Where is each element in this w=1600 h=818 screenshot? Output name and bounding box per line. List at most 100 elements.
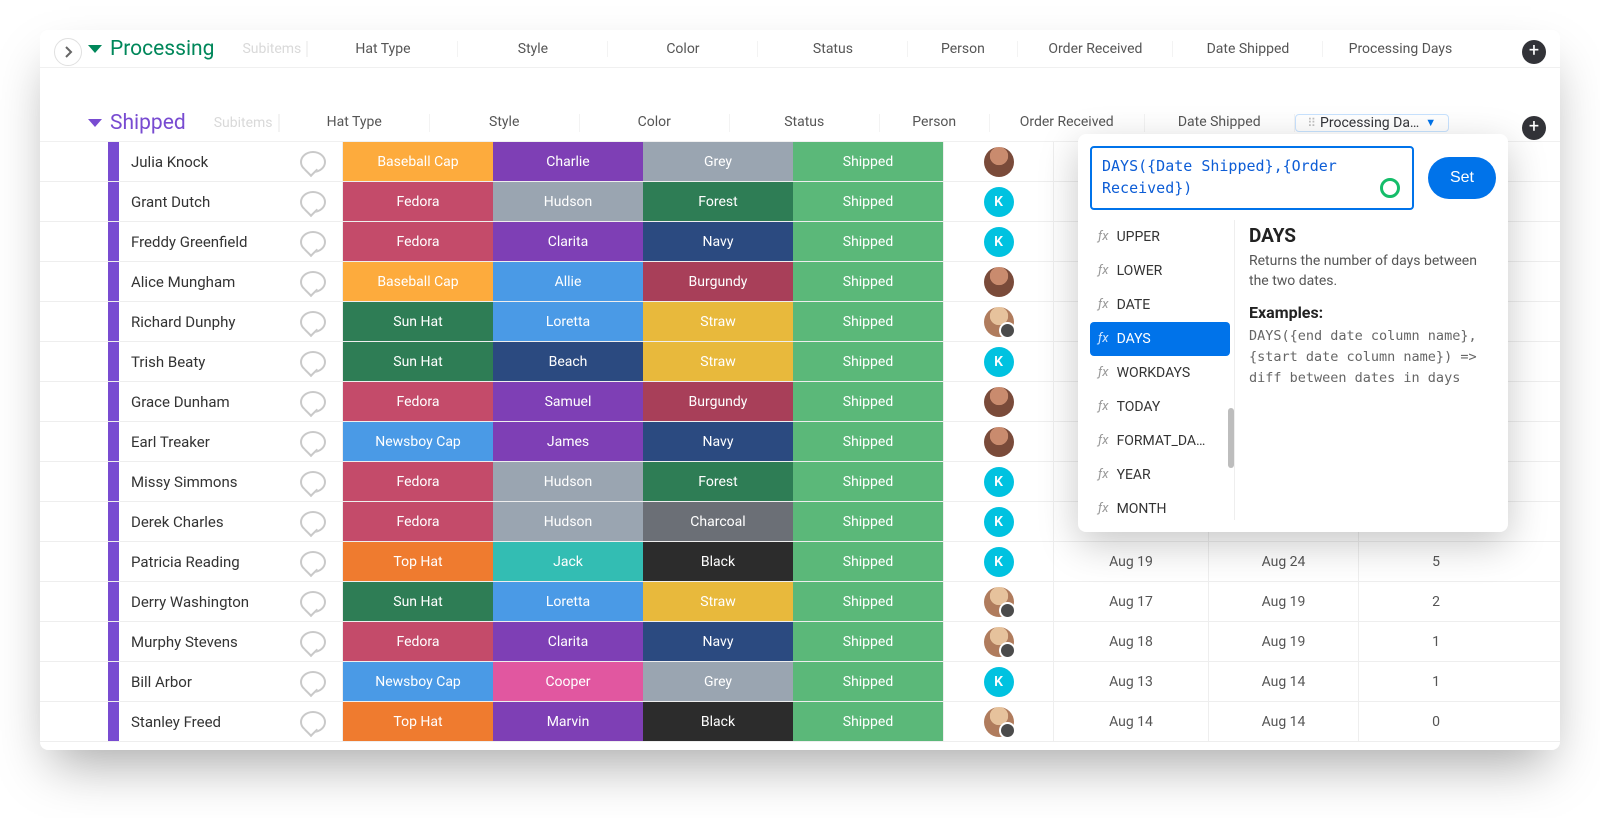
date-shipped-cell[interactable]: Aug 19 bbox=[1208, 622, 1358, 661]
column-header-color[interactable]: Color bbox=[607, 41, 757, 57]
person-cell[interactable]: K bbox=[943, 502, 1053, 541]
chat-icon[interactable] bbox=[300, 271, 326, 293]
name-cell[interactable]: Julia Knock bbox=[119, 142, 343, 181]
order-received-cell[interactable]: Aug 18 bbox=[1053, 622, 1208, 661]
person-cell[interactable]: K bbox=[943, 182, 1053, 221]
status-cell[interactable]: Shipped bbox=[793, 222, 943, 261]
column-header-style[interactable]: Style bbox=[429, 114, 579, 132]
hat-type-cell[interactable]: Fedora bbox=[343, 622, 493, 661]
column-header-proc-active[interactable]: ⠿ Processing Da… ▼ bbox=[1294, 114, 1449, 132]
processing-days-cell[interactable]: 0 bbox=[1358, 702, 1513, 741]
color-cell[interactable]: Forest bbox=[643, 462, 793, 501]
chat-icon[interactable] bbox=[300, 431, 326, 453]
hat-type-cell[interactable]: Baseball Cap bbox=[343, 142, 493, 181]
name-cell[interactable]: Earl Treaker bbox=[119, 422, 343, 461]
status-cell[interactable]: Shipped bbox=[793, 382, 943, 421]
formula-input[interactable]: DAYS({Date Shipped},{Order Received}) bbox=[1090, 146, 1414, 210]
status-cell[interactable]: Shipped bbox=[793, 422, 943, 461]
processing-days-cell[interactable]: 5 bbox=[1358, 542, 1513, 581]
status-cell[interactable]: Shipped bbox=[793, 262, 943, 301]
processing-days-cell[interactable]: 1 bbox=[1358, 622, 1513, 661]
style-cell[interactable]: Clarita bbox=[493, 222, 643, 261]
function-item-format_da…[interactable]: ƒxFORMAT_DA… bbox=[1090, 424, 1230, 458]
name-cell[interactable]: Derry Washington bbox=[119, 582, 343, 621]
table-row[interactable]: Derry WashingtonSun HatLorettaStrawShipp… bbox=[40, 582, 1560, 622]
column-header-hat[interactable]: Hat Type bbox=[279, 114, 429, 132]
person-cell[interactable] bbox=[943, 622, 1053, 661]
status-cell[interactable]: Shipped bbox=[793, 582, 943, 621]
color-cell[interactable]: Navy bbox=[643, 222, 793, 261]
color-cell[interactable]: Straw bbox=[643, 582, 793, 621]
order-received-cell[interactable]: Aug 17 bbox=[1053, 582, 1208, 621]
name-cell[interactable]: Missy Simmons bbox=[119, 462, 343, 501]
function-item-days[interactable]: ƒxDAYS bbox=[1090, 322, 1230, 356]
column-header-proc[interactable]: Processing Days bbox=[1322, 41, 1477, 57]
name-cell[interactable]: Richard Dunphy bbox=[119, 302, 343, 341]
color-cell[interactable]: Navy bbox=[643, 422, 793, 461]
hat-type-cell[interactable]: Sun Hat bbox=[343, 302, 493, 341]
order-received-cell[interactable]: Aug 14 bbox=[1053, 702, 1208, 741]
column-header-order[interactable]: Order Received bbox=[1017, 41, 1172, 57]
status-cell[interactable]: Shipped bbox=[793, 182, 943, 221]
dropdown-icon[interactable]: ▼ bbox=[1425, 116, 1436, 129]
style-cell[interactable]: Loretta bbox=[493, 302, 643, 341]
color-cell[interactable]: Black bbox=[643, 542, 793, 581]
hat-type-cell[interactable]: Top Hat bbox=[343, 542, 493, 581]
chat-icon[interactable] bbox=[300, 711, 326, 733]
status-cell[interactable]: Shipped bbox=[793, 302, 943, 341]
style-cell[interactable]: James bbox=[493, 422, 643, 461]
column-header-status[interactable]: Status bbox=[757, 41, 907, 57]
hat-type-cell[interactable]: Baseball Cap bbox=[343, 262, 493, 301]
person-cell[interactable]: K bbox=[943, 462, 1053, 501]
status-cell[interactable]: Shipped bbox=[793, 702, 943, 741]
order-received-cell[interactable]: Aug 19 bbox=[1053, 542, 1208, 581]
column-header-status[interactable]: Status bbox=[729, 114, 879, 132]
hat-type-cell[interactable]: Fedora bbox=[343, 182, 493, 221]
chat-icon[interactable] bbox=[300, 471, 326, 493]
function-item-today[interactable]: ƒxTODAY bbox=[1090, 390, 1230, 424]
name-cell[interactable]: Alice Mungham bbox=[119, 262, 343, 301]
drag-handle-icon[interactable]: ⠿ bbox=[1307, 116, 1314, 130]
name-cell[interactable]: Grace Dunham bbox=[119, 382, 343, 421]
processing-days-cell[interactable]: 1 bbox=[1358, 662, 1513, 701]
function-item-year[interactable]: ƒxYEAR bbox=[1090, 458, 1230, 492]
hat-type-cell[interactable]: Sun Hat bbox=[343, 582, 493, 621]
table-row[interactable]: Patricia ReadingTop HatJackBlackShippedK… bbox=[40, 542, 1560, 582]
add-column-button[interactable]: + bbox=[1522, 40, 1546, 64]
hat-type-cell[interactable]: Fedora bbox=[343, 462, 493, 501]
color-cell[interactable]: Grey bbox=[643, 142, 793, 181]
color-cell[interactable]: Straw bbox=[643, 302, 793, 341]
style-cell[interactable]: Hudson bbox=[493, 462, 643, 501]
group-header-processing[interactable]: Processing Subitems Hat Type Style Color… bbox=[40, 30, 1560, 68]
style-cell[interactable]: Marvin bbox=[493, 702, 643, 741]
hat-type-cell[interactable]: Fedora bbox=[343, 222, 493, 261]
function-item-month[interactable]: ƒxMONTH bbox=[1090, 492, 1230, 520]
style-cell[interactable]: Jack bbox=[493, 542, 643, 581]
table-row[interactable]: Bill ArborNewsboy CapCooperGreyShippedKA… bbox=[40, 662, 1560, 702]
function-item-upper[interactable]: ƒxUPPER bbox=[1090, 220, 1230, 254]
name-cell[interactable]: Stanley Freed bbox=[119, 702, 343, 741]
style-cell[interactable]: Hudson bbox=[493, 182, 643, 221]
color-cell[interactable]: Burgundy bbox=[643, 382, 793, 421]
column-header-date[interactable]: Date Shipped bbox=[1144, 114, 1294, 132]
style-cell[interactable]: Clarita bbox=[493, 622, 643, 661]
status-cell[interactable]: Shipped bbox=[793, 502, 943, 541]
name-cell[interactable]: Freddy Greenfield bbox=[119, 222, 343, 261]
column-header-hat[interactable]: Hat Type bbox=[307, 41, 457, 57]
person-cell[interactable]: K bbox=[943, 542, 1053, 581]
status-cell[interactable]: Shipped bbox=[793, 622, 943, 661]
person-cell[interactable]: K bbox=[943, 662, 1053, 701]
style-cell[interactable]: Beach bbox=[493, 342, 643, 381]
function-item-lower[interactable]: ƒxLOWER bbox=[1090, 254, 1230, 288]
column-header-person[interactable]: Person bbox=[907, 41, 1017, 57]
status-cell[interactable]: Shipped bbox=[793, 662, 943, 701]
person-cell[interactable] bbox=[943, 142, 1053, 181]
chat-icon[interactable] bbox=[300, 511, 326, 533]
name-cell[interactable]: Derek Charles bbox=[119, 502, 343, 541]
style-cell[interactable]: Allie bbox=[493, 262, 643, 301]
scrollbar[interactable] bbox=[1228, 408, 1234, 468]
status-cell[interactable]: Shipped bbox=[793, 462, 943, 501]
hat-type-cell[interactable]: Newsboy Cap bbox=[343, 422, 493, 461]
style-cell[interactable]: Charlie bbox=[493, 142, 643, 181]
color-cell[interactable]: Grey bbox=[643, 662, 793, 701]
